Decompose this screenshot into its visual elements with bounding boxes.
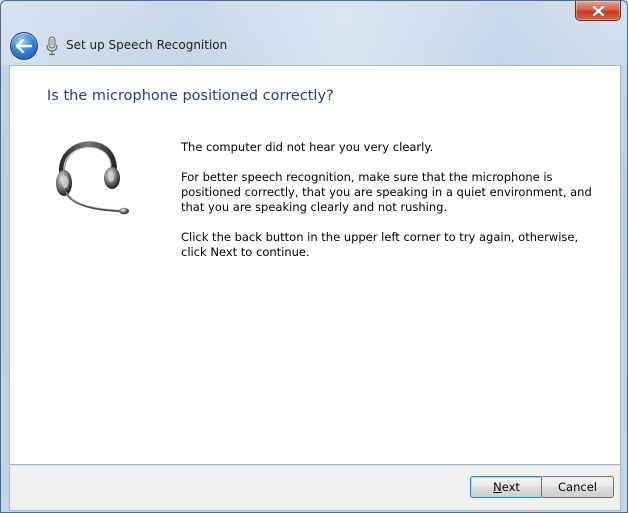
- button-bar: Next Cancel: [9, 465, 621, 511]
- instructions-text: The computer did not hear you very clear…: [181, 140, 601, 275]
- window-title: Set up Speech Recognition: [66, 38, 228, 52]
- headset-icon: [56, 141, 129, 215]
- status-message: The computer did not hear you very clear…: [181, 140, 434, 154]
- close-icon: [592, 5, 604, 16]
- back-button[interactable]: [10, 32, 38, 60]
- next-button[interactable]: Next: [470, 476, 543, 498]
- advice-message: For better speech recognition, make sure…: [181, 170, 592, 214]
- next-label: ext: [501, 480, 520, 494]
- content-panel: Is the microphone positioned correctly?: [9, 65, 621, 465]
- page-title: Is the microphone positioned correctly?: [47, 88, 334, 104]
- back-arrow-icon: [16, 39, 32, 53]
- next-steps-message: Click the back button in the upper left …: [181, 230, 579, 259]
- close-button[interactable]: [575, 1, 621, 21]
- next-mnemonic: N: [493, 480, 502, 494]
- cancel-button[interactable]: Cancel: [541, 476, 614, 498]
- wizard-window: Set up Speech Recognition Is the microph…: [0, 0, 628, 513]
- microphone-icon: [46, 36, 58, 56]
- navigation-bar: Set up Speech Recognition: [1, 31, 627, 63]
